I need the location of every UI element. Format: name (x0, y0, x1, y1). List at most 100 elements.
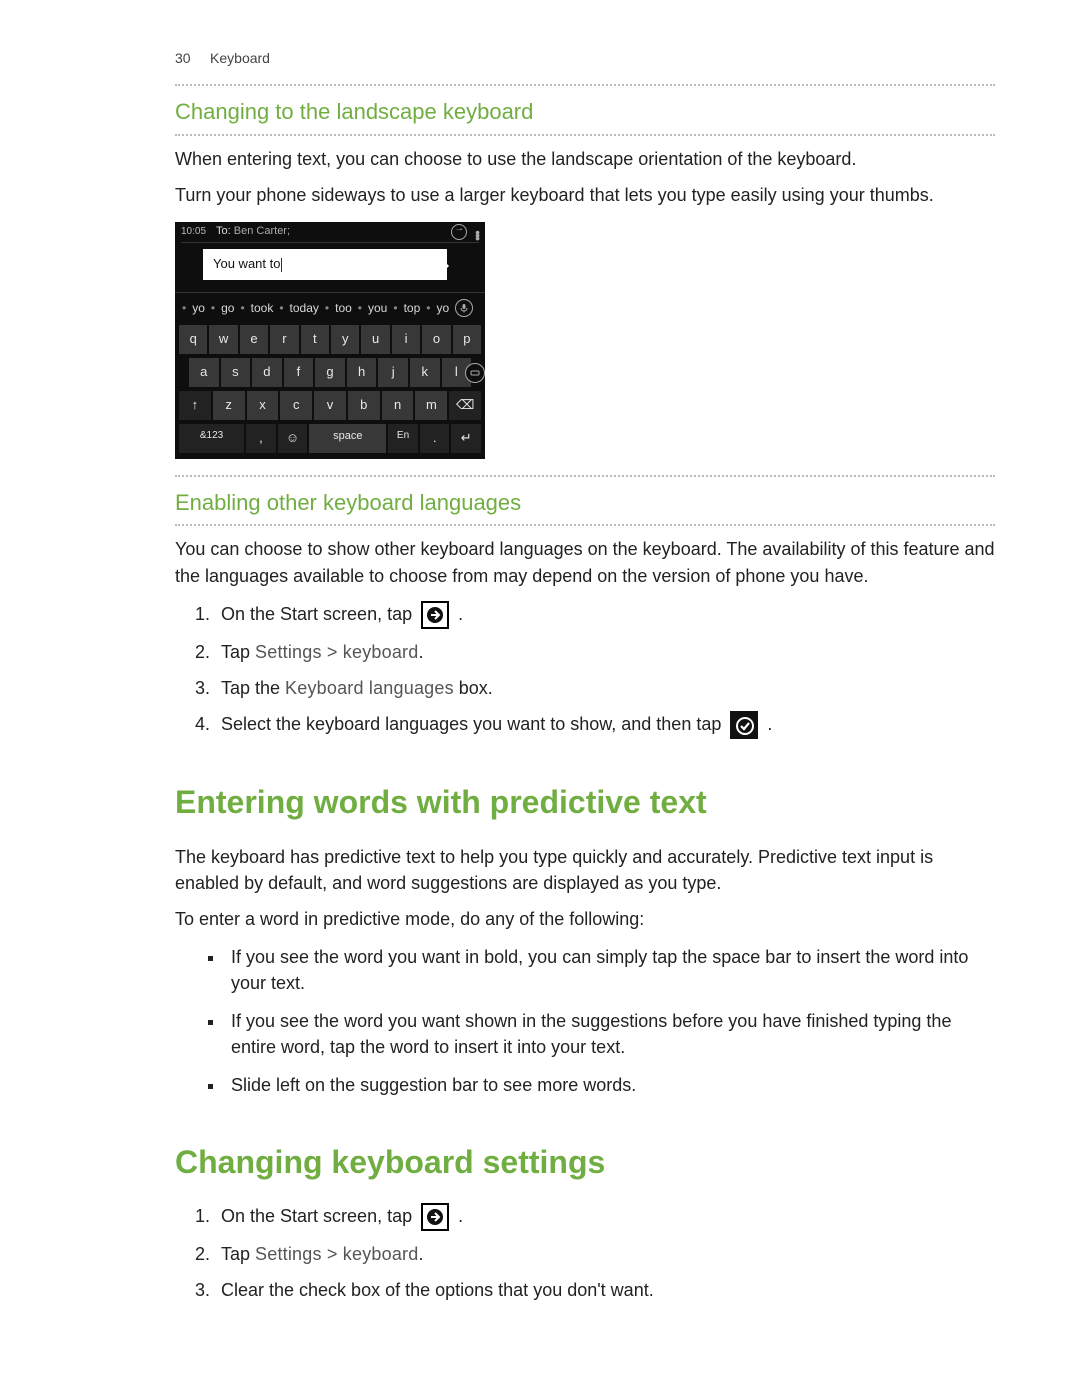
step-text: . (418, 1244, 423, 1264)
list-item: Select the keyboard languages you want t… (215, 711, 995, 739)
key: y (331, 325, 359, 354)
paragraph: You can choose to show other keyboard la… (175, 536, 995, 588)
send-icon (451, 224, 467, 240)
step-text: . (458, 1206, 463, 1226)
key: e (240, 325, 268, 354)
key: g (315, 358, 345, 387)
step-text: . (767, 714, 772, 734)
divider (175, 475, 995, 477)
key: i (392, 325, 420, 354)
step-text: Tap the (221, 678, 285, 698)
list-item: Tap Settings > keyboard. (215, 639, 995, 665)
key: d (252, 358, 282, 387)
suggestion: go (221, 300, 234, 317)
key: t (301, 325, 329, 354)
to-value: Ben Carter; (234, 225, 290, 237)
page-number: 30 (175, 50, 191, 66)
period-key: . (420, 424, 450, 453)
heading-predictive-text: Entering words with predictive text (175, 779, 995, 825)
emoji-key: ☺ (278, 424, 308, 453)
step-text: On the Start screen, tap (221, 1206, 417, 1226)
suggestion: too (335, 300, 352, 317)
enter-key: ↵ (451, 424, 481, 453)
paragraph: To enter a word in predictive mode, do a… (175, 906, 995, 932)
key: b (348, 391, 380, 420)
divider (175, 134, 995, 136)
list-item: On the Start screen, tap . (215, 1203, 995, 1231)
step-text: . (418, 642, 423, 662)
onscreen-keyboard: q w e r t y u i o p a s d f g h j k l ↑ … (175, 323, 485, 454)
key: s (221, 358, 251, 387)
list-item: Tap the Keyboard languages box. (215, 675, 995, 701)
ui-path: Settings > keyboard (255, 642, 418, 662)
message-bubble: You want to (203, 249, 447, 280)
list-item: Clear the check box of the options that … (215, 1277, 995, 1303)
key: r (270, 325, 298, 354)
key: z (213, 391, 245, 420)
bullet-list: If you see the word you want in bold, yo… (225, 944, 995, 1098)
key: u (361, 325, 389, 354)
clock: 10:05 (181, 225, 206, 240)
space-key: space (309, 424, 386, 453)
paragraph: When entering text, you can choose to us… (175, 146, 995, 172)
step-text: Select the keyboard languages you want t… (221, 714, 726, 734)
suggestion: yo (436, 300, 449, 317)
step-text: Tap (221, 1244, 255, 1264)
heading-keyboard-settings: Changing keyboard settings (175, 1139, 995, 1185)
key: f (284, 358, 314, 387)
suggestion: top (404, 300, 421, 317)
suggestion: today (290, 300, 319, 317)
steps-list: On the Start screen, tap . Tap Settings … (215, 601, 995, 740)
key: p (453, 325, 481, 354)
suggestion: you (368, 300, 387, 317)
paragraph: Turn your phone sideways to use a larger… (175, 182, 995, 208)
step-text: . (458, 604, 463, 624)
page-header: 30 Keyboard (175, 48, 995, 68)
list-item: If you see the word you want shown in th… (225, 1008, 995, 1060)
step-text: box. (454, 678, 493, 698)
to-field: To: Ben Carter; (216, 224, 290, 240)
list-item: Slide left on the suggestion bar to see … (225, 1072, 995, 1098)
ui-path: Settings > keyboard (255, 1244, 418, 1264)
arrow-circle-icon (421, 1203, 449, 1231)
suggestion: took (251, 300, 274, 317)
heading-landscape-keyboard: Changing to the landscape keyboard (175, 96, 995, 128)
comma-key: , (246, 424, 276, 453)
mic-icon (455, 299, 473, 317)
key: v (314, 391, 346, 420)
step-text: On the Start screen, tap (221, 604, 417, 624)
symbols-key: &123 (179, 424, 244, 453)
heading-enable-languages: Enabling other keyboard languages (175, 487, 995, 519)
key: n (382, 391, 414, 420)
check-circle-icon (730, 711, 758, 739)
lang-key: En (388, 424, 418, 453)
arrow-circle-icon (421, 601, 449, 629)
backspace-key: ⌫ (449, 391, 481, 420)
steps-list: On the Start screen, tap . Tap Settings … (215, 1203, 995, 1303)
shift-key: ↑ (179, 391, 211, 420)
key: a (189, 358, 219, 387)
key: m (415, 391, 447, 420)
suggestion: yo (192, 300, 205, 317)
step-text: Tap (221, 642, 255, 662)
status-bar: 10:05 To: Ben Carter; ••• (175, 222, 485, 242)
suggestion-row: •yo •go •took •today •too •you •top •yo (175, 292, 485, 323)
key: k (410, 358, 440, 387)
key: c (280, 391, 312, 420)
more-icon: ••• (475, 228, 479, 237)
list-item: On the Start screen, tap . (215, 601, 995, 629)
to-label: To: (216, 225, 231, 237)
divider (175, 84, 995, 86)
key: q (179, 325, 207, 354)
key: h (347, 358, 377, 387)
phone-screenshot: 10:05 To: Ben Carter; ••• You want to •y… (175, 222, 485, 458)
key: x (247, 391, 279, 420)
divider (175, 524, 995, 526)
ui-label: Keyboard languages (285, 678, 454, 698)
section-name: Keyboard (210, 50, 270, 66)
paragraph: The keyboard has predictive text to help… (175, 844, 995, 896)
key: o (422, 325, 450, 354)
key: w (209, 325, 237, 354)
list-item: If you see the word you want in bold, yo… (225, 944, 995, 996)
bubble-text: You want to (213, 256, 280, 271)
